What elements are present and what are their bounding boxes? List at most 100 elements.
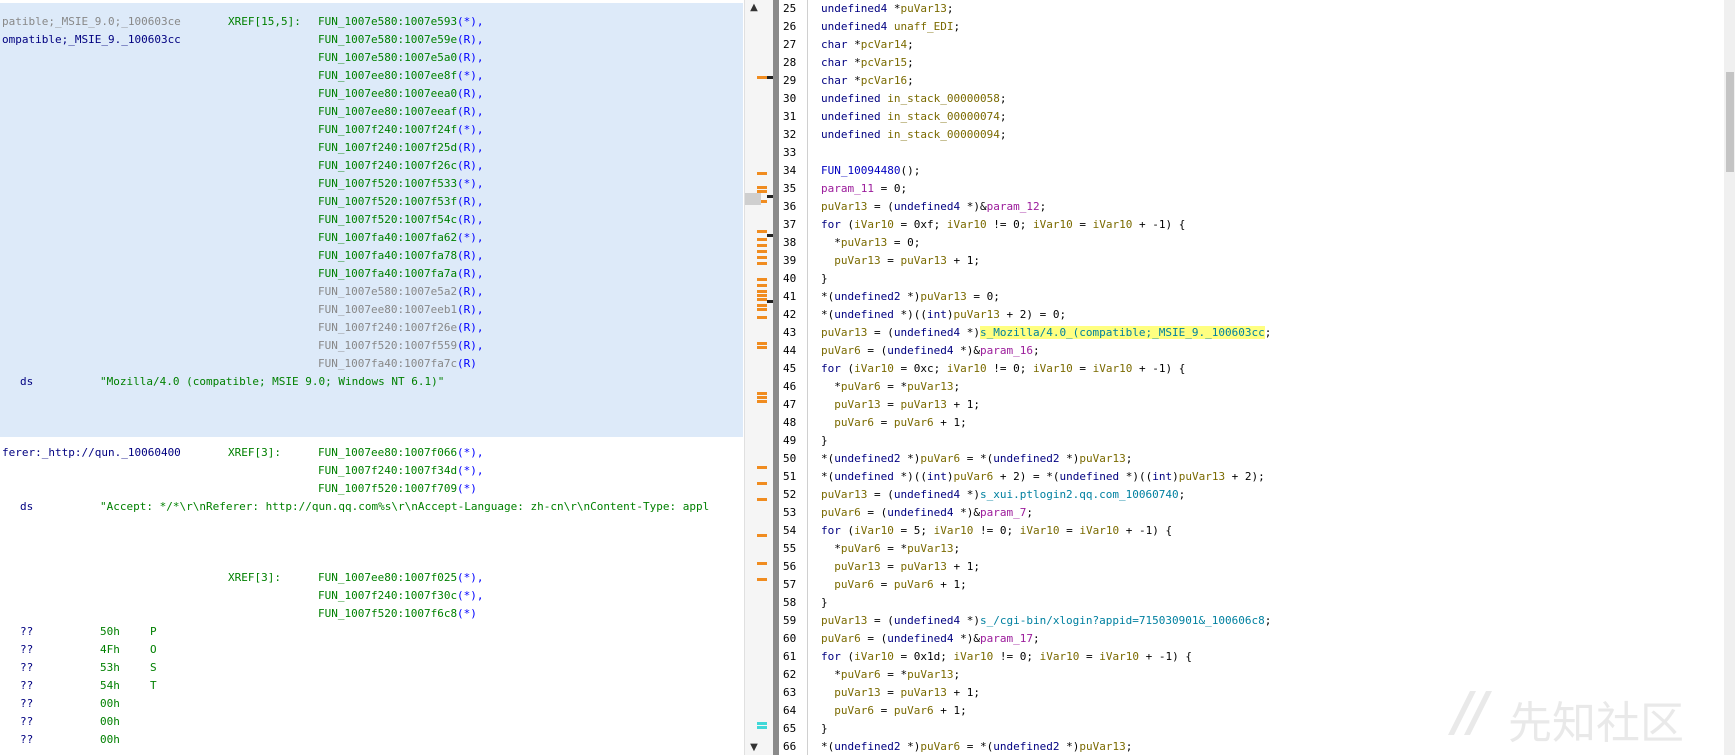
listing-row[interactable]: FUN_1007f520:1007f709 (*) [0, 480, 743, 498]
code-token[interactable]: iVar10 [854, 362, 894, 375]
xref-link[interactable]: FUN_1007e580:1007e5a0 [318, 49, 457, 67]
code-token[interactable]: puVar13 [834, 254, 880, 267]
code-token[interactable]: int [927, 470, 947, 483]
code-line[interactable]: puVar6 = (undefined4 *)&param_16; [821, 342, 1040, 360]
xref-link[interactable]: FUN_1007f240:1007f24f [318, 121, 457, 139]
code-token[interactable]: puVar6 [834, 578, 874, 591]
code-line[interactable]: *(undefined2 *)puVar6 = *(undefined2 *)p… [821, 450, 1132, 468]
code-token[interactable]: int [1152, 470, 1172, 483]
code-token[interactable]: puVar13 [1179, 470, 1225, 483]
code-token[interactable]: iVar10 [1093, 218, 1133, 231]
code-token[interactable]: undefined [1059, 470, 1125, 483]
code-token[interactable]: puVar6 [920, 740, 960, 753]
listing-row[interactable]: patible;_MSIE_9.0;_100603ce XREF[15,5]: FU… [0, 13, 743, 31]
code-token[interactable]: puVar6 [841, 380, 881, 393]
listing-row[interactable]: ds "Mozilla/4.0 (compatible; MSIE 9.0; Wi… [0, 373, 743, 391]
code-line[interactable]: } [821, 432, 828, 450]
xref-link[interactable]: FUN_1007ee80:1007f025 [318, 569, 457, 587]
code-token[interactable]: puVar13 [821, 614, 867, 627]
xref-link[interactable]: FUN_1007e580:1007e593 [318, 13, 457, 31]
code-token[interactable]: puVar13 [900, 686, 946, 699]
listing-panel[interactable]: patible;_MSIE_9.0;_100603ce XREF[15,5]: FU… [0, 0, 743, 755]
code-token[interactable]: puVar13 [834, 398, 880, 411]
code-token[interactable]: puVar6 [953, 470, 993, 483]
listing-row[interactable]: ?? 4Fh O [0, 641, 743, 659]
code-token[interactable]: for [821, 362, 848, 375]
code-token[interactable]: param_16 [980, 344, 1033, 357]
code-line[interactable]: puVar6 = puVar6 + 1; [821, 576, 967, 594]
code-token[interactable]: undefined [834, 470, 900, 483]
code-token[interactable]: param_12 [987, 200, 1040, 213]
xref-link[interactable]: FUN_1007ee80:1007ee8f [318, 67, 457, 85]
listing-row[interactable]: ?? 00h [0, 713, 743, 731]
code-token[interactable]: undefined4 [887, 344, 960, 357]
code-token[interactable]: puVar13 [920, 290, 966, 303]
xref-link[interactable]: FUN_1007ee80:1007eea0 [318, 85, 457, 103]
listing-row[interactable]: FUN_1007fa40:1007fa7c (R) [0, 355, 743, 373]
code-token[interactable]: puVar13 [907, 380, 953, 393]
code-token[interactable]: char [821, 56, 854, 69]
code-token[interactable]: char [821, 74, 854, 87]
xref-link[interactable]: FUN_1007ee80:1007eeb1 [318, 301, 457, 319]
code-token[interactable]: puVar13 [900, 2, 946, 15]
decompiler-scroll-thumb[interactable] [1726, 72, 1734, 172]
listing-row[interactable]: FUN_1007f240:1007f26e (R), [0, 319, 743, 337]
code-line[interactable]: *(undefined2 *)puVar6 = *(undefined2 *)p… [821, 738, 1132, 755]
code-token[interactable]: puVar13 [821, 488, 867, 501]
code-line[interactable]: undefined in_stack_00000074; [821, 108, 1006, 126]
listing-row[interactable]: FUN_1007e580:1007e5a2 (R), [0, 283, 743, 301]
overview-scrollbar[interactable] [744, 0, 777, 755]
listing-row[interactable]: FUN_1007f240:1007f34d (*), [0, 462, 743, 480]
code-token[interactable]: iVar10 [1040, 650, 1080, 663]
code-token[interactable]: undefined4 [894, 488, 967, 501]
code-line[interactable]: *puVar13 = 0; [821, 234, 920, 252]
code-token[interactable]: puVar13 [834, 560, 880, 573]
xref-link[interactable]: FUN_1007f520:1007f54c [318, 211, 457, 229]
code-token[interactable]: puVar6 [894, 416, 934, 429]
scroll-down-icon[interactable]: ▼ [748, 742, 760, 753]
code-token[interactable]: puVar13 [900, 254, 946, 267]
code-token[interactable]: undefined4 [894, 614, 967, 627]
xref-link[interactable]: FUN_1007e580:1007e5a2 [318, 283, 457, 301]
code-token[interactable]: param_7 [980, 506, 1026, 519]
code-token[interactable]: iVar10 [1079, 524, 1119, 537]
code-line[interactable]: puVar13 = (undefined4 *)s_Mozilla/4.0_(c… [821, 324, 1271, 342]
listing-row[interactable]: FUN_1007f520:1007f533 (*), [0, 175, 743, 193]
listing-row[interactable]: FUN_1007ee80:1007ee8f (*), [0, 67, 743, 85]
listing-row[interactable]: FUN_1007f520:1007f559 (R), [0, 337, 743, 355]
code-line[interactable]: puVar6 = (undefined4 *)&param_17; [821, 630, 1040, 648]
listing-row[interactable]: ds "Accept: */*\r\nReferer: http://qun.qq… [0, 498, 743, 516]
code-line[interactable]: FUN_10094480(); [821, 162, 920, 180]
code-token[interactable]: undefined [821, 128, 887, 141]
code-token[interactable]: undefined [834, 308, 900, 321]
code-token[interactable]: undefined4 [887, 632, 960, 645]
code-line[interactable]: puVar13 = puVar13 + 1; [821, 558, 980, 576]
listing-row[interactable]: FUN_1007f520:1007f6c8 (*) [0, 605, 743, 623]
code-token[interactable]: iVar10 [947, 218, 987, 231]
code-line[interactable]: for (iVar10 = 0xc; iVar10 != 0; iVar10 =… [821, 360, 1185, 378]
code-line[interactable]: } [821, 720, 828, 738]
xref-link[interactable]: FUN_1007f520:1007f6c8 [318, 605, 457, 623]
listing-row[interactable]: FUN_1007ee80:1007eeb1 (R), [0, 301, 743, 319]
xref-link[interactable]: FUN_1007ee80:1007f066 [318, 444, 457, 462]
listing-label[interactable]: patible;_MSIE_9.0;_100603ce [2, 13, 181, 31]
listing-row[interactable]: FUN_1007f240:1007f25d (R), [0, 139, 743, 157]
code-token[interactable]: puVar13 [841, 236, 887, 249]
code-token[interactable]: puVar13 [907, 542, 953, 555]
code-token[interactable]: undefined4 [821, 2, 894, 15]
code-line[interactable]: char *pcVar14; [821, 36, 914, 54]
code-line[interactable]: param_11 = 0; [821, 180, 907, 198]
code-token[interactable]: puVar13 [1079, 452, 1125, 465]
code-token[interactable]: puVar13 [907, 668, 953, 681]
code-token[interactable]: param_11 [821, 182, 874, 195]
code-token[interactable]: undefined2 [834, 452, 907, 465]
code-line[interactable]: for (iVar10 = 0x1d; iVar10 != 0; iVar10 … [821, 648, 1192, 666]
code-token[interactable]: s_/cgi-bin/xlogin?appid=715030901&_10060… [980, 614, 1265, 627]
code-token[interactable]: param_17 [980, 632, 1033, 645]
code-token[interactable]: iVar10 [1033, 218, 1073, 231]
code-token[interactable]: iVar10 [854, 218, 894, 231]
code-token[interactable]: in_stack_00000094 [887, 128, 1000, 141]
code-token[interactable]: for [821, 650, 848, 663]
code-line[interactable]: *puVar6 = *puVar13; [821, 378, 960, 396]
code-line[interactable]: *(undefined *)((int)puVar13 + 2) = 0; [821, 306, 1066, 324]
